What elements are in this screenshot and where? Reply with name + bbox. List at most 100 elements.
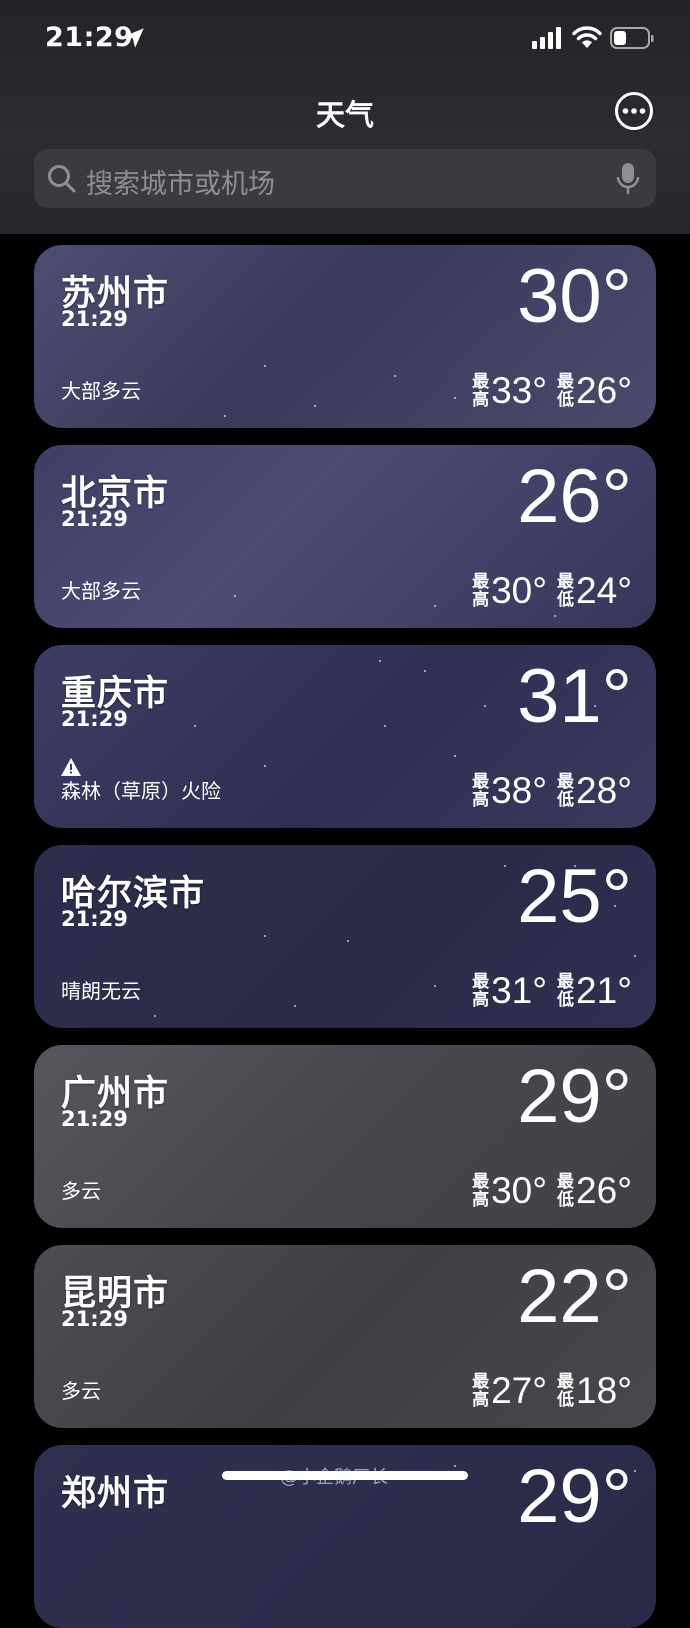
star-dot [424, 670, 426, 672]
local-time: 21:29 [61, 307, 128, 331]
weather-condition: 大部多云 [61, 379, 141, 403]
star-dot [264, 765, 266, 767]
search-icon [48, 165, 76, 193]
star-dot [434, 985, 436, 987]
current-temperature: 30° [517, 254, 632, 339]
high-temp: 27° [491, 1370, 548, 1411]
city-card[interactable]: 昆明市 22° 21:29 多云最高 27° 最低 18° [34, 1245, 656, 1428]
low-label-bottom: 低 [557, 1190, 575, 1210]
high-label: 最高 [472, 973, 489, 1009]
high-label-top: 最 [472, 1172, 490, 1192]
high-label: 最高 [472, 373, 489, 409]
current-temperature: 29° [517, 1054, 632, 1139]
current-temperature: 26° [517, 454, 632, 539]
star-dot [484, 705, 486, 707]
low-label-bottom: 低 [557, 390, 575, 410]
star-dot [379, 660, 381, 662]
high-label-top: 最 [472, 372, 490, 392]
high-temp: 33° [491, 370, 548, 411]
local-time: 21:29 [61, 707, 128, 731]
search-field[interactable]: 搜索城市或机场 [34, 149, 656, 208]
star-dot [264, 365, 266, 367]
weather-condition: 多云 [61, 1379, 101, 1403]
high-temp: 38° [491, 770, 548, 811]
local-time: 21:29 [61, 1107, 128, 1131]
star-dot [634, 1470, 636, 1472]
star-dot [554, 615, 556, 617]
microphone-icon[interactable] [616, 161, 640, 197]
star-dot [347, 940, 349, 942]
high-label: 最高 [472, 1173, 489, 1209]
star-dot [234, 595, 236, 597]
city-name: 郑州市 [61, 1474, 170, 1514]
star-dot [384, 725, 386, 727]
city-card[interactable]: 苏州市 30° 21:29 大部多云最高 33° 最低 26° [34, 245, 656, 428]
high-label-bottom: 高 [472, 790, 490, 810]
wifi-icon [572, 26, 602, 48]
high-label: 最高 [472, 573, 489, 609]
high-temp: 31° [491, 970, 548, 1011]
high-label-bottom: 高 [472, 990, 490, 1010]
star-dot [504, 865, 506, 867]
city-card[interactable]: 北京市 26° 21:29 大部多云最高 30° 最低 24° [34, 445, 656, 628]
current-temperature: 29° [517, 1454, 632, 1539]
low-label: 最低 [557, 1373, 574, 1409]
low-label-top: 最 [557, 572, 575, 592]
star-dot [634, 955, 636, 957]
weather-condition: 晴朗无云 [61, 979, 141, 1003]
high-label-top: 最 [472, 772, 490, 792]
low-label: 最低 [557, 1173, 574, 1209]
star-dot [394, 375, 396, 377]
low-temp: 24° [576, 570, 632, 611]
header: 21:29 天气 搜索城市或机场 [0, 0, 690, 234]
search-placeholder: 搜索城市或机场 [86, 169, 275, 200]
current-temperature: 25° [517, 854, 632, 939]
high-label-top: 最 [472, 1372, 490, 1392]
low-label: 最低 [557, 773, 574, 809]
high-temp: 30° [491, 570, 548, 611]
current-temperature: 31° [517, 654, 632, 739]
low-temp: 26° [576, 370, 632, 411]
low-label: 最低 [557, 573, 574, 609]
low-label-top: 最 [557, 372, 575, 392]
star-dot [314, 405, 316, 407]
low-label-top: 最 [557, 972, 575, 992]
low-label: 最低 [557, 373, 574, 409]
low-label-top: 最 [557, 1372, 575, 1392]
high-label-bottom: 高 [472, 1390, 490, 1410]
high-label-top: 最 [472, 972, 490, 992]
weather-condition: 多云 [61, 1179, 101, 1203]
page-title: 天气 [315, 98, 374, 132]
cellular-signal-icon [532, 27, 561, 49]
city-card[interactable]: 哈尔滨市 25° 21:29 晴朗无云最高 31° 最低 21° [34, 845, 656, 1028]
high-low-temps: 最高 38° 最低 28° [472, 770, 632, 812]
low-temp: 26° [576, 1170, 632, 1211]
low-label-bottom: 低 [557, 990, 575, 1010]
more-options-icon[interactable] [614, 91, 654, 131]
warning-icon [61, 758, 81, 776]
city-card[interactable]: 广州市 29° 21:29 多云最高 30° 最低 26° [34, 1045, 656, 1228]
high-low-temps: 最高 30° 最低 26° [472, 1170, 632, 1212]
current-temperature: 22° [517, 1254, 632, 1339]
watermark: @小企鹅厂长 [280, 1467, 388, 1488]
weather-condition: 森林（草原）火险 [61, 779, 221, 803]
high-label-bottom: 高 [472, 1190, 490, 1210]
low-label-bottom: 低 [557, 590, 575, 610]
high-label: 最高 [472, 773, 489, 809]
star-dot [224, 415, 226, 417]
star-dot [294, 1005, 296, 1007]
local-time: 21:29 [61, 507, 128, 531]
high-low-temps: 最高 33° 最低 26° [472, 370, 632, 412]
low-label-bottom: 低 [557, 790, 575, 810]
low-label: 最低 [557, 973, 574, 1009]
high-temp: 30° [491, 1170, 548, 1211]
high-low-temps: 最高 31° 最低 21° [472, 970, 632, 1012]
low-label-top: 最 [557, 1172, 575, 1192]
location-arrow-icon [124, 28, 144, 48]
high-label: 最高 [472, 1373, 489, 1409]
city-card[interactable]: 重庆市 31° 21:29 森林（草原）火险最高 38° 最低 28° [34, 645, 656, 828]
weather-condition: 大部多云 [61, 579, 141, 603]
battery-icon [610, 27, 654, 49]
high-label-bottom: 高 [472, 390, 490, 410]
star-dot [454, 755, 456, 757]
